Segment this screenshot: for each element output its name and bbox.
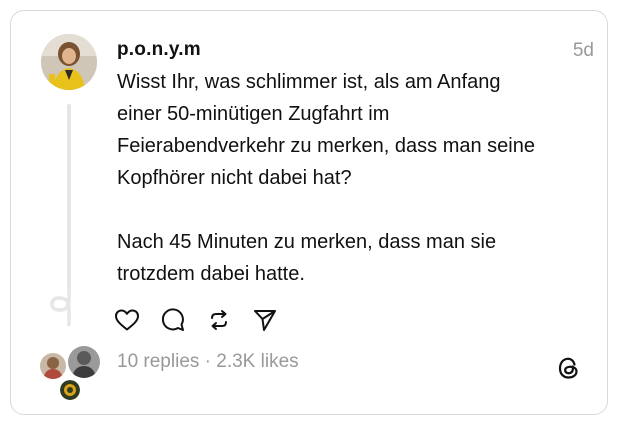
replier-avatar[interactable] (66, 344, 102, 380)
author-avatar[interactable] (41, 34, 97, 90)
post-timestamp: 5d (572, 40, 594, 61)
repost-icon (211, 310, 227, 330)
thread-connector-line (67, 104, 71, 290)
share-button[interactable] (252, 306, 298, 334)
threads-logo-icon[interactable] (556, 355, 582, 381)
like-button[interactable] (114, 306, 160, 334)
replier-avatar[interactable] (38, 351, 68, 381)
author-username[interactable]: p.o.n.y.m (117, 39, 201, 61)
repost-button[interactable] (206, 306, 252, 334)
replier-avatar[interactable] (58, 378, 82, 402)
thread-connector-curl (50, 286, 71, 326)
share-icon (254, 310, 276, 331)
comment-icon (161, 308, 184, 331)
reply-button[interactable] (160, 306, 206, 334)
post-stats[interactable]: 10 replies · 2.3K likes (117, 351, 299, 373)
heart-icon (115, 309, 139, 331)
post-actions-bar (114, 306, 298, 334)
post-body-text: Wisst Ihr, was schlimmer ist, als am Anf… (117, 71, 535, 285)
